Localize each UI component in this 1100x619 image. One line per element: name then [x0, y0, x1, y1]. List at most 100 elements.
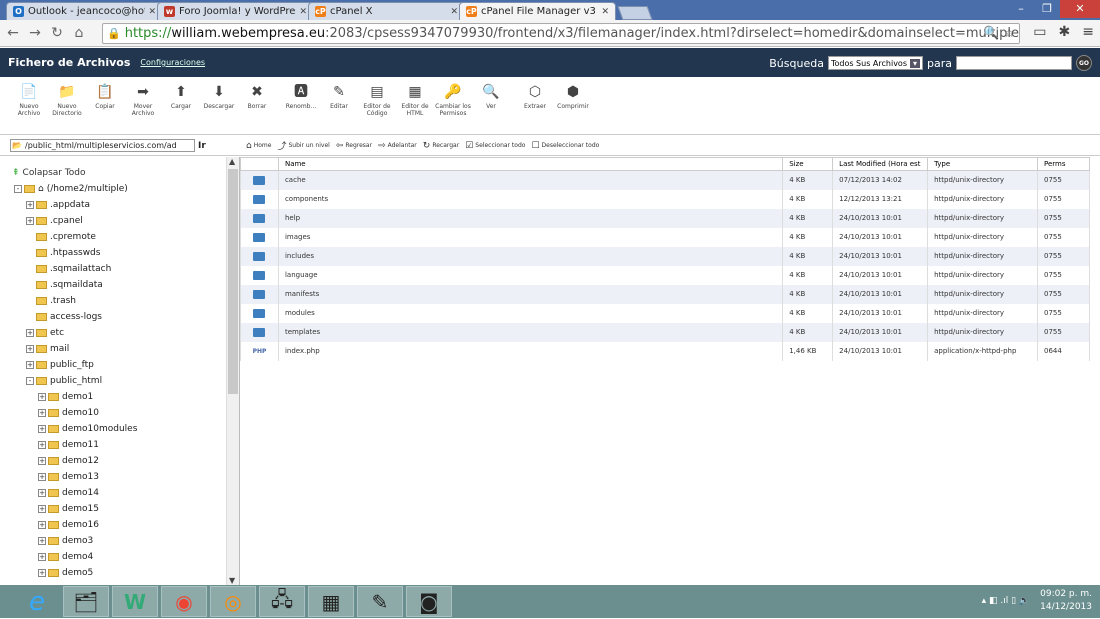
column-header[interactable]: Last Modified (Hora est [832, 157, 929, 171]
table-row[interactable]: modules 4 KB 24/10/2013 10:01 httpd/unix… [240, 303, 1090, 323]
tree-item[interactable]: + demo12 [0, 453, 226, 469]
extension-icon[interactable]: ✱ [1059, 24, 1071, 40]
expand-toggle[interactable]: + [38, 425, 46, 433]
clock[interactable]: 09:02 p. m. 14/12/2013 [1040, 588, 1092, 614]
file-perms[interactable]: 0644 [1037, 341, 1090, 361]
close-window-icon[interactable]: ✕ [1060, 0, 1100, 18]
forward-icon[interactable]: → [26, 25, 44, 41]
toolbar-button-permissions[interactable]: 🔑 Cambiar los Permisos [434, 77, 472, 134]
file-perms[interactable]: 0755 [1037, 227, 1090, 247]
table-row[interactable]: templates 4 KB 24/10/2013 10:01 httpd/un… [240, 322, 1090, 342]
tree-item[interactable]: + demo4 [0, 549, 226, 565]
file-name[interactable]: templates [277, 322, 784, 342]
reload-icon[interactable]: ↻ [48, 25, 66, 41]
table-row[interactable]: includes 4 KB 24/10/2013 10:01 httpd/uni… [240, 246, 1090, 266]
toolbar-button-edit[interactable]: ✎ Editar [320, 77, 358, 134]
file-name[interactable]: modules [277, 303, 784, 323]
action-unselect-all[interactable]: ☐ Deseleccionar todo [531, 141, 599, 151]
close-tab-icon[interactable]: ✕ [450, 7, 458, 17]
toolbar-button-move[interactable]: ➡ Mover Archivo [124, 77, 162, 134]
expand-toggle[interactable]: + [26, 201, 34, 209]
tray-icons[interactable]: ▴ ◧ .ıl ▯ 🔈 [982, 596, 1031, 606]
expand-toggle[interactable]: + [26, 217, 34, 225]
expand-toggle[interactable]: + [38, 473, 46, 481]
chrome-icon[interactable]: ◉ [161, 586, 207, 617]
cast-icon[interactable]: ▭ [1033, 24, 1046, 40]
tree-item[interactable]: + demo14 [0, 485, 226, 501]
file-name[interactable]: components [277, 189, 784, 209]
path-input[interactable]: 📂 /public_html/multipleservicios.com/ad [10, 139, 195, 152]
browser-tab[interactable]: O Outlook - jeancoco@hotm ✕ [6, 2, 163, 20]
browser-tab[interactable]: cP cPanel X ✕ [308, 2, 465, 20]
url-field[interactable]: 🔒 https:// william.webempresa.eu :2083/c… [102, 23, 1020, 44]
network-icon[interactable]: 🖧 [259, 586, 305, 617]
toolbar-button-view[interactable]: 🔍 Ver [472, 77, 510, 134]
toolbar-button-rename[interactable]: 🅰 Renomb... [282, 77, 320, 134]
expand-toggle[interactable]: + [38, 457, 46, 465]
search-input[interactable] [956, 56, 1072, 70]
file-perms[interactable]: 0755 [1037, 170, 1090, 190]
expand-toggle[interactable]: + [38, 553, 46, 561]
toolbar-button-html-editor[interactable]: ▦ Editor de HTML [396, 77, 434, 134]
column-header[interactable]: Perms [1037, 157, 1090, 171]
tree-item[interactable]: .cpremote [0, 229, 226, 245]
tree-item[interactable]: + demo16 [0, 517, 226, 533]
tree-item[interactable]: + demo11 [0, 437, 226, 453]
path-go-button[interactable]: Ir [198, 141, 206, 151]
file-perms[interactable]: 0755 [1037, 189, 1090, 209]
expand-toggle[interactable]: + [38, 521, 46, 529]
tree-item[interactable]: + demo1 [0, 389, 226, 405]
column-header[interactable]: Size [782, 157, 834, 171]
tree-item[interactable]: + public_ftp [0, 357, 226, 373]
browser-tab[interactable]: w Foro Joomla! y WordPress ✕ [157, 2, 314, 20]
tree-item[interactable]: + .appdata [0, 197, 226, 213]
tree-item[interactable]: - public_html [0, 373, 226, 389]
file-perms[interactable]: 0755 [1037, 303, 1090, 323]
greenshot-icon[interactable]: ✎ [357, 586, 403, 617]
tree-item[interactable]: + demo3 [0, 533, 226, 549]
menu-icon[interactable]: ≡ [1082, 24, 1094, 40]
tree-item[interactable]: + demo15 [0, 501, 226, 517]
firefox-icon[interactable]: ◎ [210, 586, 256, 617]
settings-link[interactable]: Configuraciones [140, 58, 205, 67]
screenshot-icon[interactable]: ◙ [406, 586, 452, 617]
action-home[interactable]: ⌂ Home [246, 141, 271, 151]
toolbar-button-delete[interactable]: ✖ Borrar [238, 77, 276, 134]
table-row[interactable]: images 4 KB 24/10/2013 10:01 httpd/unix-… [240, 227, 1090, 247]
file-perms[interactable]: 0755 [1037, 246, 1090, 266]
file-name[interactable]: images [277, 227, 784, 247]
file-name[interactable]: help [277, 208, 784, 228]
action-up-level[interactable]: ⤴ Subir un nivel [277, 139, 329, 152]
scrollbar-thumb[interactable] [228, 169, 238, 394]
back-icon[interactable]: ← [4, 25, 22, 41]
scroll-up-icon[interactable]: ▲ [229, 157, 235, 166]
table-row[interactable]: help 4 KB 24/10/2013 10:01 httpd/unix-di… [240, 208, 1090, 228]
scroll-down-icon[interactable]: ▼ [229, 576, 235, 585]
expand-toggle[interactable]: + [26, 361, 34, 369]
table-row[interactable]: language 4 KB 24/10/2013 10:01 httpd/uni… [240, 265, 1090, 285]
expand-toggle[interactable]: + [38, 489, 46, 497]
action-forward[interactable]: ⇨ Adelantar [378, 141, 417, 151]
file-name[interactable]: index.php [277, 341, 784, 361]
close-tab-icon[interactable]: ✕ [148, 7, 156, 17]
collapse-all-link[interactable]: ⇞ Colapsar Todo [0, 165, 226, 181]
action-reload[interactable]: ↻ Recargar [423, 141, 459, 151]
column-header[interactable] [240, 157, 279, 171]
table-row[interactable]: cache 4 KB 07/12/2013 14:02 httpd/unix-d… [240, 170, 1090, 190]
expand-toggle[interactable]: - [14, 185, 22, 193]
file-name[interactable]: language [277, 265, 784, 285]
calculator-icon[interactable]: ▦ [308, 586, 354, 617]
tree-root[interactable]: - ⌂ (/home2/multiple) [0, 181, 226, 197]
close-tab-icon[interactable]: ✕ [601, 7, 609, 17]
toolbar-button-extract[interactable]: ⬡ Extraer [516, 77, 554, 134]
toolbar-button-new-file[interactable]: 📄 Nuevo Archivo [10, 77, 48, 134]
tree-scrollbar[interactable]: ▲ ▼ [226, 157, 239, 585]
file-name[interactable]: cache [277, 170, 784, 190]
tree-item[interactable]: + demo10modules [0, 421, 226, 437]
expand-toggle[interactable]: + [26, 329, 34, 337]
table-row[interactable]: manifests 4 KB 24/10/2013 10:01 httpd/un… [240, 284, 1090, 304]
tree-item[interactable]: + demo13 [0, 469, 226, 485]
tree-item[interactable]: + etc [0, 325, 226, 341]
toolbar-button-upload[interactable]: ⬆ Cargar [162, 77, 200, 134]
browser-tab[interactable]: cP cPanel File Manager v3 ✕ [459, 2, 616, 20]
